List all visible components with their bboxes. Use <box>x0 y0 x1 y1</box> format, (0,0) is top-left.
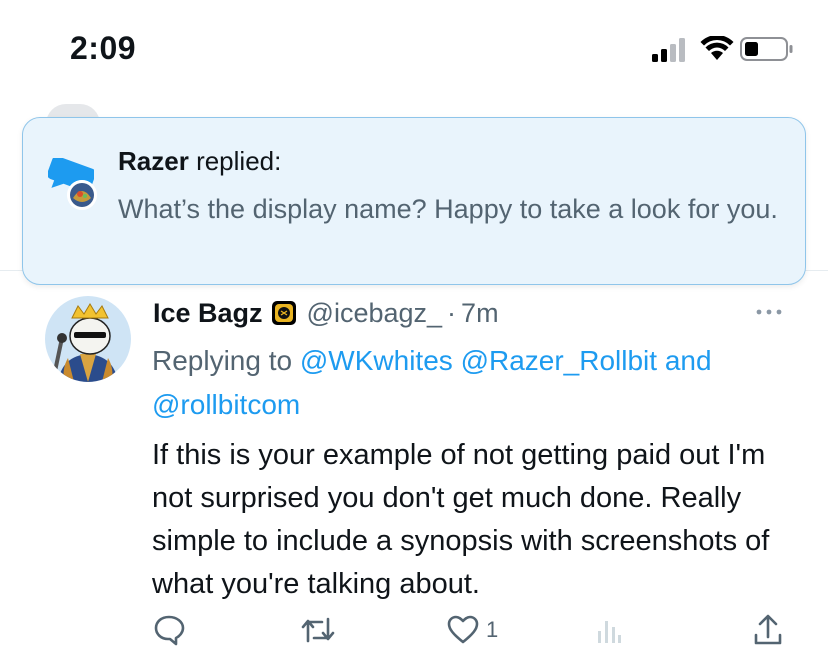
razer-avatar <box>67 180 97 210</box>
status-bar: 2:09 <box>0 0 828 100</box>
more-options-icon[interactable] <box>751 302 787 322</box>
mention-link[interactable]: @Razer_Rollbit <box>461 345 658 376</box>
replying-to-line: Replying to @WKwhites @Razer_Rollbit and… <box>152 339 802 427</box>
share-icon <box>754 614 782 645</box>
retweet-icon <box>301 617 335 643</box>
notification-title: Razer replied: <box>118 146 281 177</box>
replying-prefix: Replying to <box>152 345 293 376</box>
reply-icon <box>154 615 185 646</box>
tweet-actions: 1 <box>0 610 828 650</box>
status-time: 2:09 <box>70 30 137 66</box>
mention-link[interactable]: @WKwhites <box>300 345 453 376</box>
reply-notification-banner[interactable]: Razer replied: What’s the display name? … <box>22 117 806 285</box>
wifi-icon <box>700 36 734 60</box>
user-handle[interactable]: @icebagz_ <box>307 298 443 329</box>
retweet-button[interactable] <box>300 610 336 650</box>
tweet-author-row: Ice Bagz @icebagz_ · 7m <box>153 295 499 331</box>
gold-badge-icon <box>271 301 296 325</box>
notification-action: replied: <box>196 146 282 176</box>
user-avatar[interactable] <box>40 296 136 382</box>
display-name[interactable]: Ice Bagz <box>153 298 263 329</box>
views-icon <box>598 621 621 643</box>
like-icon <box>447 615 479 644</box>
share-button[interactable] <box>752 610 784 650</box>
battery-icon <box>740 37 793 61</box>
tweet-time[interactable]: 7m <box>461 298 499 329</box>
notification-author: Razer <box>118 146 189 176</box>
separator-dot: · <box>447 297 457 328</box>
like-count: 1 <box>486 617 499 642</box>
views-button[interactable] <box>596 610 622 650</box>
reply-button[interactable] <box>152 610 186 650</box>
mention-link[interactable]: @rollbitcom <box>152 389 300 420</box>
notification-body: What’s the display name? Happy to take a… <box>118 194 778 224</box>
like-button[interactable]: 1 <box>446 610 498 650</box>
tweet-text: If this is your example of not getting p… <box>152 439 770 600</box>
mention-joiner: and <box>664 345 712 376</box>
signal-icon <box>652 38 685 62</box>
